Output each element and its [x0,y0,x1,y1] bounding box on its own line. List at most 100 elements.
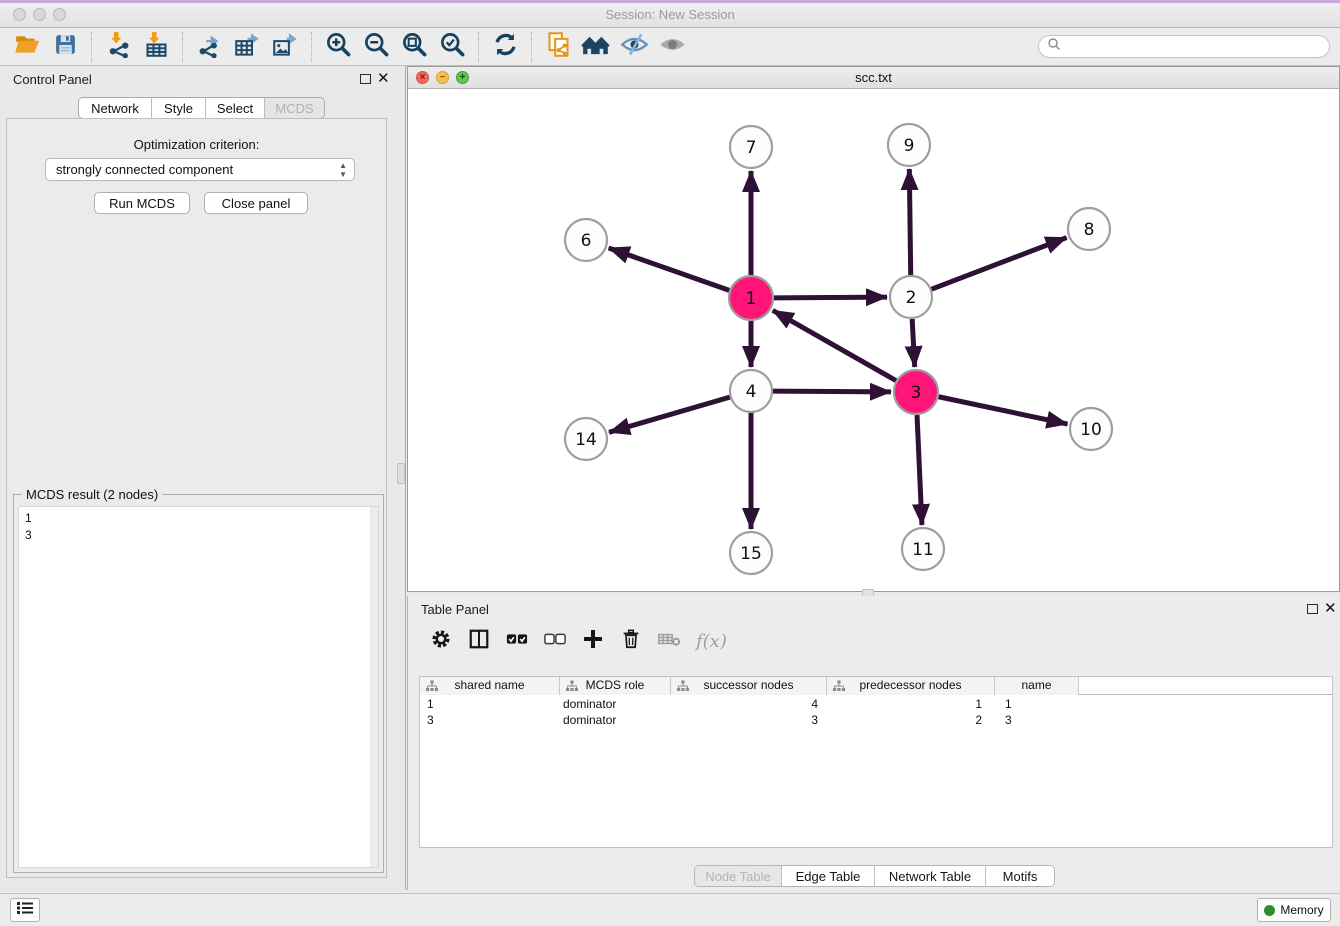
graph-edge-4-3[interactable] [773,391,891,392]
float-panel-icon[interactable] [360,74,371,84]
cell-name[interactable]: 1 [995,696,1079,712]
graph-edge-1-6[interactable] [609,248,730,290]
control-panel-tabs: NetworkStyleSelectMCDS [78,97,325,119]
select-all-button[interactable] [504,628,530,654]
zoom-in-button[interactable] [322,32,354,62]
cell-shared-name[interactable]: 1 [420,696,560,712]
tab-network[interactable]: Network [79,98,152,118]
tab-edge-table[interactable]: Edge Table [782,866,875,886]
cell-MCDS-role[interactable]: dominator [560,712,671,728]
mcds-result-node: 3 [25,527,378,544]
column-hierarchy-icon [426,680,438,697]
graph-node-label-4: 4 [746,382,757,402]
column-header-label: predecessor nodes [859,678,961,692]
titlebar: Session: New Session [0,3,1340,28]
delete-table-button[interactable] [656,628,682,654]
graph-edge-2-8[interactable] [932,238,1067,290]
deselect-all-button[interactable] [542,628,568,654]
graph-edge-2-3[interactable] [912,319,915,367]
show-all-button[interactable] [656,32,688,62]
graph-node-label-14: 14 [575,430,597,450]
tab-style[interactable]: Style [152,98,206,118]
delete-table-icon [657,628,682,655]
tab-network-table[interactable]: Network Table [875,866,986,886]
search-input[interactable] [1038,35,1330,58]
cell-predecessor-nodes[interactable]: 1 [827,696,995,712]
graph-node-label-7: 7 [746,138,757,158]
zoom-out-button[interactable] [360,32,392,62]
delete-column-button[interactable] [618,628,644,654]
chevron-up-down-icon: ▲▼ [339,161,347,179]
column-hierarchy-icon [566,680,578,697]
tab-node-table[interactable]: Node Table [695,866,782,886]
graph-edge-3-10[interactable] [939,397,1068,424]
memory-button[interactable]: Memory [1257,898,1331,922]
graph-node-label-1: 1 [746,289,757,309]
table-settings-button[interactable] [428,628,454,654]
import-table-button[interactable] [140,32,172,62]
cell-successor-nodes[interactable]: 3 [671,712,827,728]
vertical-splitter[interactable] [405,66,406,890]
graph-edge-1-2[interactable] [774,297,887,298]
vertical-splitter-handle[interactable] [397,463,405,484]
column-header-label: name [1021,678,1051,692]
cell-MCDS-role[interactable]: dominator [560,696,671,712]
export-image-button[interactable] [269,32,301,62]
network-canvas[interactable]: 7968124314101511 [408,89,1339,591]
toolbar-separator [311,32,312,62]
control-panel-header: Control Panel ✕ [0,66,393,92]
cell-predecessor-nodes[interactable]: 2 [827,712,995,728]
float-table-panel-icon[interactable] [1307,604,1318,614]
cell-successor-nodes[interactable]: 4 [671,696,827,712]
column-header-shared-name[interactable]: shared name [420,677,560,695]
import-network-button[interactable] [102,32,134,62]
zoom-selected-button[interactable] [436,32,468,62]
graph-edge-4-14[interactable] [609,397,730,432]
function-builder-button[interactable]: f(x) [696,631,727,652]
criterion-value: strongly connected component [56,162,233,177]
scrollbar[interactable] [370,507,378,867]
graph-edge-3-1[interactable] [773,310,896,380]
task-history-button[interactable] [10,898,40,922]
cell-shared-name[interactable]: 3 [420,712,560,728]
column-header-successor-nodes[interactable]: successor nodes [671,677,827,695]
export-network-icon [196,31,223,63]
graph-edge-2-9[interactable] [909,169,910,275]
tab-select[interactable]: Select [206,98,265,118]
refresh-button[interactable] [489,32,521,62]
table-toolbar: f(x) [408,622,1340,660]
column-header-MCDS-role[interactable]: MCDS role [560,677,671,695]
run-mcds-button[interactable]: Run MCDS [94,192,190,214]
tab-mcds[interactable]: MCDS [265,98,324,118]
column-view-button[interactable] [466,628,492,654]
column-header-label: successor nodes [703,678,793,692]
column-header-predecessor-nodes[interactable]: predecessor nodes [827,677,995,695]
table-row[interactable]: 3dominator323 [420,712,1332,728]
save-session-button[interactable] [49,32,81,62]
export-network-button[interactable] [193,32,225,62]
table-row[interactable]: 1dominator411 [420,696,1332,712]
unchecked-boxes-icon [543,628,567,655]
export-table-icon [234,31,261,63]
tab-motifs[interactable]: Motifs [986,866,1054,886]
graph-node-label-6: 6 [581,231,592,251]
cell-name[interactable]: 3 [995,712,1079,728]
close-panel-icon[interactable]: ✕ [377,70,390,88]
close-panel-button[interactable]: Close panel [204,192,308,214]
control-panel: Control Panel ✕ NetworkStyleSelectMCDS O… [0,66,393,888]
column-header-name[interactable]: name [995,677,1079,695]
reset-home-button[interactable] [580,32,612,62]
graph-node-label-9: 9 [904,136,915,156]
hide-selected-button[interactable] [618,32,650,62]
create-column-button[interactable] [580,628,606,654]
application-window: Session: New Session Control Panel [0,0,1340,926]
open-session-button[interactable] [11,32,43,62]
graph-edge-3-11[interactable] [917,415,922,525]
mcds-result-list[interactable]: 13 [18,506,379,868]
close-table-panel-icon[interactable]: ✕ [1324,600,1337,618]
clone-network-button[interactable] [542,32,574,62]
criterion-dropdown[interactable]: strongly connected component ▲▼ [45,158,355,181]
column-view-icon [468,628,490,655]
zoom-fit-button[interactable] [398,32,430,62]
export-table-button[interactable] [231,32,263,62]
